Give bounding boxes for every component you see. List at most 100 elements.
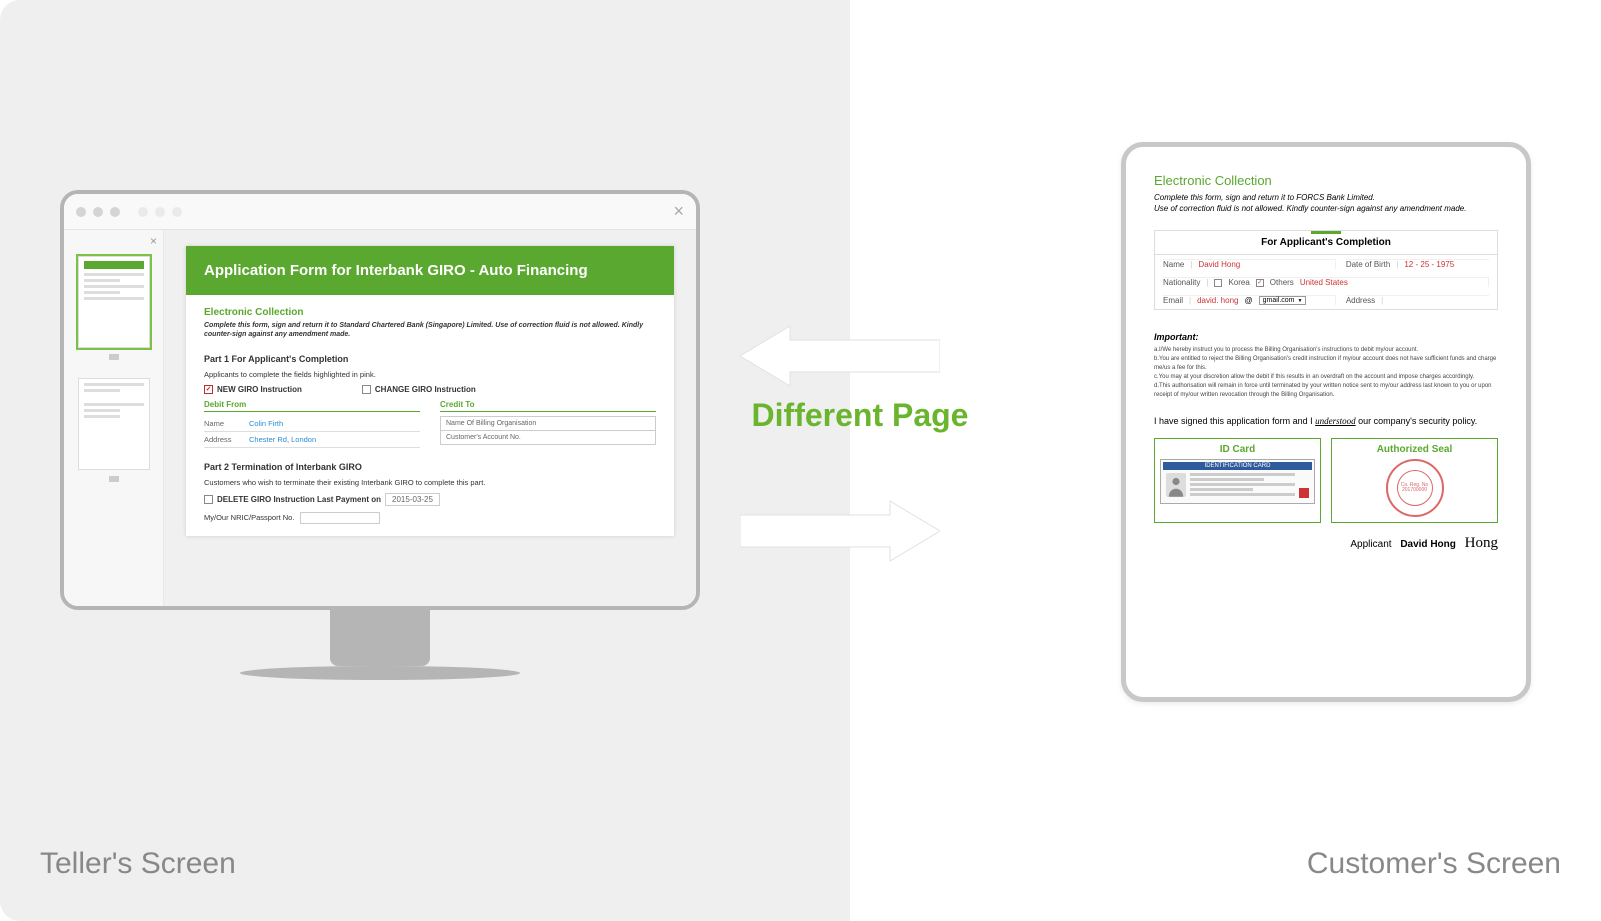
monitor-screen: × × [60,190,700,610]
debit-heading: Debit From [204,400,420,412]
nric-label: My/Our NRIC/Passport No. [204,513,294,522]
person-icon [1166,473,1186,497]
part2-desc: Customers who wish to terminate their ex… [204,478,656,487]
id-card-panel: ID Card IDENTIFICATION CARD [1154,438,1321,523]
address-label: Address [1346,296,1375,305]
nric-input[interactable] [300,512,380,524]
name-value: Colin Firth [249,419,283,428]
signature-statement: I have signed this application form and … [1154,416,1498,426]
instruction-options: ✓NEW GIRO Instruction ✓CHANGE GIRO Instr… [204,385,656,394]
important-item: d.This authorisation will remain in forc… [1154,382,1498,400]
korea-label: Korea [1228,278,1249,287]
others-checkbox[interactable]: ✓ [1256,279,1264,287]
document-page: Application Form for Interbank GIRO - Au… [186,246,674,536]
delete-giro-checkbox[interactable]: ✓ [204,495,213,504]
doc-title: Application Form for Interbank GIRO - Au… [186,246,674,295]
ec-sub1: Complete this form, sign and return it t… [1154,192,1498,203]
window-close-icon[interactable]: × [673,201,684,222]
address-value: Chester Rd, London [249,435,316,444]
tab-dot-icon [138,207,148,217]
seal-icon: Co. Reg. No201700000 [1386,459,1444,517]
traffic-dot-icon [93,207,103,217]
dob-value[interactable]: 12 - 25 - 1975 [1404,260,1454,269]
credit-to-column: Credit To Name Of Billing Organisation C… [440,400,656,448]
ec-sub: Complete this form, sign and return it t… [204,321,656,340]
window-titlebar: × [64,194,696,230]
change-giro-label: CHANGE GIRO Instruction [375,385,476,394]
email-at: @ [1244,296,1252,305]
important-item: b.You are entitled to reject the Billing… [1154,355,1498,373]
dob-label: Date of Birth [1346,260,1390,269]
diagram-stage: × × [0,0,1601,921]
traffic-lights [76,207,120,217]
thumbnail-sidebar: × [64,230,164,606]
left-panel: × × [0,0,850,921]
id-card-heading: ID Card [1160,444,1315,455]
important-notes: Important: a.I/We hereby instruct you to… [1154,332,1498,400]
applicant-label: Applicant [1350,539,1391,550]
tab-dot-icon [155,207,165,217]
seal-panel: Authorized Seal Co. Reg. No201700000 [1331,438,1498,523]
others-label: Others [1270,278,1294,287]
id-chip-icon [1299,488,1309,498]
part2-title: Part 2 Termination of Interbank GIRO [204,462,656,472]
monitor-base [240,666,520,680]
sidebar-close-icon[interactable]: × [150,234,157,248]
debit-from-column: Debit From NameColin Firth AddressCheste… [204,400,420,448]
id-card-icon: IDENTIFICATION CARD [1160,459,1315,504]
applicant-name: David Hong [1400,539,1456,550]
last-payment-date[interactable]: 2015-03-25 [385,493,440,506]
page-thumbnail-2[interactable] [78,378,150,470]
nationality-value[interactable]: United States [1300,278,1348,287]
korea-checkbox[interactable] [1214,279,1222,287]
email-label: Email [1163,296,1183,305]
right-panel: Electronic Collection Complete this form… [850,0,1601,921]
applicant-line: Applicant David Hong Hong [1154,535,1498,552]
seal-heading: Authorized Seal [1337,444,1492,455]
different-page-label: Different Page [750,395,970,435]
traffic-dot-icon [76,207,86,217]
teller-caption: Teller's Screen [40,847,236,881]
billing-org-row: Name Of Billing Organisation [441,417,655,431]
credit-heading: Credit To [440,400,656,412]
name-label: Name [204,419,249,428]
account-no-row: Customer's Account No. [441,431,655,444]
customer-caption: Customer's Screen [1307,847,1561,881]
change-giro-checkbox[interactable]: ✓CHANGE GIRO Instruction [362,385,476,394]
applicant-signature: Hong [1465,535,1498,551]
doc-body: Electronic Collection Complete this form… [186,295,674,536]
ec-title: Electronic Collection [1154,173,1498,188]
name-label: Name [1163,260,1184,269]
part1-hint: Applicants to complete the fields highli… [204,370,656,379]
thumb-index-icon [109,476,119,482]
nationality-label: Nationality [1163,278,1200,287]
tab-dots [138,207,182,217]
email-local[interactable]: david. hong [1197,296,1238,305]
tab-dot-icon [172,207,182,217]
name-value[interactable]: David Hong [1198,260,1240,269]
ec-sub2: Use of correction fluid is not allowed. … [1154,203,1498,214]
arrow-right-icon [740,495,940,567]
new-giro-label: NEW GIRO Instruction [217,385,302,394]
arrow-left-icon [740,320,940,392]
monitor-stand [330,606,430,666]
important-item: c.You may at your discretion allow the d… [1154,373,1498,382]
thumb-index-icon [109,354,119,360]
document-scroll[interactable]: Application Form for Interbank GIRO - Au… [164,230,696,606]
part1-title: Part 1 For Applicant's Completion [204,354,656,364]
important-item: a.I/We hereby instruct you to process th… [1154,346,1498,355]
email-domain-select[interactable]: gmail.com [1259,296,1307,305]
section-heading: For Applicant's Completion [1155,231,1497,255]
new-giro-checkbox[interactable]: ✓NEW GIRO Instruction [204,385,302,394]
teller-monitor: × × [60,190,700,680]
page-thumbnail-1[interactable] [78,256,150,348]
ec-title: Electronic Collection [204,307,656,318]
id-card-top: IDENTIFICATION CARD [1163,462,1312,470]
document-viewer: × [64,230,696,606]
address-label: Address [204,435,249,444]
traffic-dot-icon [110,207,120,217]
delete-giro-label: DELETE GIRO Instruction Last Payment on [217,495,381,504]
customer-tablet: Electronic Collection Complete this form… [1121,142,1531,702]
applicant-section: For Applicant's Completion Name|David Ho… [1154,230,1498,310]
important-heading: Important: [1154,332,1498,342]
